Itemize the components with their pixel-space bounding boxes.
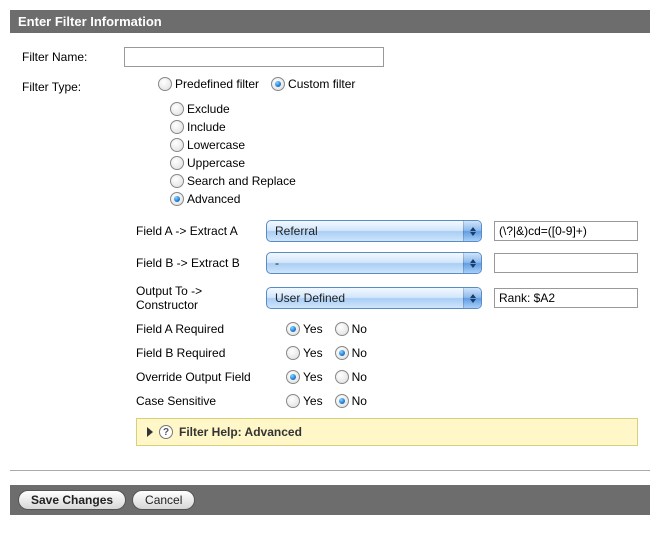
row-case-sensitive: Case Sensitive Yes No: [22, 394, 638, 408]
filter-name-input[interactable]: [124, 47, 384, 67]
case-sensitive-no[interactable]: No: [335, 394, 367, 408]
help-bar-wrap: ? Filter Help: Advanced: [22, 418, 638, 446]
field-b-pattern-input[interactable]: [494, 253, 638, 273]
row-field-b-required: Field B Required Yes No: [22, 346, 638, 360]
filter-help-label: Filter Help: Advanced: [179, 425, 302, 439]
mode-lowercase-radio[interactable]: [170, 138, 184, 152]
mode-exclude-radio[interactable]: [170, 102, 184, 116]
override-output-yes[interactable]: Yes: [286, 370, 323, 384]
row-filter-type: Filter Type: Predefined filter Custom fi…: [22, 77, 638, 94]
field-b-select-value: -: [275, 256, 279, 270]
predefined-filter-option[interactable]: Predefined filter: [158, 77, 259, 91]
field-a-required-label: Field A Required: [136, 322, 286, 336]
predefined-filter-radio[interactable]: [158, 77, 172, 91]
cancel-button[interactable]: Cancel: [132, 490, 195, 510]
mode-search-replace-radio[interactable]: [170, 174, 184, 188]
custom-filter-radio[interactable]: [271, 77, 285, 91]
field-b-required-no[interactable]: No: [335, 346, 367, 360]
row-output: Output To -> Constructor User Defined: [22, 284, 638, 312]
save-changes-button[interactable]: Save Changes: [18, 490, 126, 510]
mode-advanced-radio[interactable]: [170, 192, 184, 206]
mode-include-radio[interactable]: [170, 120, 184, 134]
override-output-label: Override Output Field: [136, 370, 286, 384]
output-select[interactable]: User Defined: [266, 287, 482, 309]
field-b-required-label: Field B Required: [136, 346, 286, 360]
filter-type-label: Filter Type:: [22, 77, 124, 94]
updown-icon: [463, 221, 481, 241]
mode-exclude[interactable]: Exclude: [170, 102, 230, 116]
footer-bar: Save Changes Cancel: [10, 485, 650, 515]
field-a-select[interactable]: Referral: [266, 220, 482, 242]
panel-title: Enter Filter Information: [10, 10, 650, 33]
disclosure-triangle-icon: [147, 427, 153, 437]
override-output-no[interactable]: No: [335, 370, 367, 384]
case-sensitive-label: Case Sensitive: [136, 394, 286, 408]
field-a-required-no[interactable]: No: [335, 322, 367, 336]
filter-help-bar[interactable]: ? Filter Help: Advanced: [136, 418, 638, 446]
field-b-label: Field B -> Extract B: [136, 256, 266, 270]
panel-body: Filter Name: Filter Type: Predefined fil…: [10, 33, 650, 456]
updown-icon: [463, 253, 481, 273]
case-sensitive-yes[interactable]: Yes: [286, 394, 323, 408]
mode-advanced[interactable]: Advanced: [170, 192, 240, 206]
row-override-output: Override Output Field Yes No: [22, 370, 638, 384]
output-constructor-input[interactable]: [494, 288, 638, 308]
custom-filter-option[interactable]: Custom filter: [271, 77, 355, 91]
mode-search-replace[interactable]: Search and Replace: [170, 174, 296, 188]
row-field-b: Field B -> Extract B -: [22, 252, 638, 274]
output-label: Output To -> Constructor: [136, 284, 266, 312]
help-icon: ?: [159, 425, 173, 439]
field-b-select[interactable]: -: [266, 252, 482, 274]
updown-icon: [463, 288, 481, 308]
field-a-pattern-input[interactable]: [494, 221, 638, 241]
mode-uppercase-radio[interactable]: [170, 156, 184, 170]
mode-lowercase[interactable]: Lowercase: [170, 138, 245, 152]
mode-radio-group: Exclude Include Lowercase Uppercase Sear…: [22, 100, 638, 208]
row-filter-name: Filter Name:: [22, 47, 638, 67]
row-field-a: Field A -> Extract A Referral: [22, 220, 638, 242]
filter-panel: Enter Filter Information Filter Name: Fi…: [10, 10, 650, 471]
field-b-required-yes[interactable]: Yes: [286, 346, 323, 360]
row-field-a-required: Field A Required Yes No: [22, 322, 638, 336]
field-a-required-yes[interactable]: Yes: [286, 322, 323, 336]
mode-uppercase[interactable]: Uppercase: [170, 156, 245, 170]
custom-filter-label: Custom filter: [288, 77, 355, 91]
predefined-filter-label: Predefined filter: [175, 77, 259, 91]
field-a-select-value: Referral: [275, 224, 318, 238]
filter-name-label: Filter Name:: [22, 47, 124, 64]
mode-include[interactable]: Include: [170, 120, 226, 134]
field-a-label: Field A -> Extract A: [136, 224, 266, 238]
output-select-value: User Defined: [275, 291, 345, 305]
